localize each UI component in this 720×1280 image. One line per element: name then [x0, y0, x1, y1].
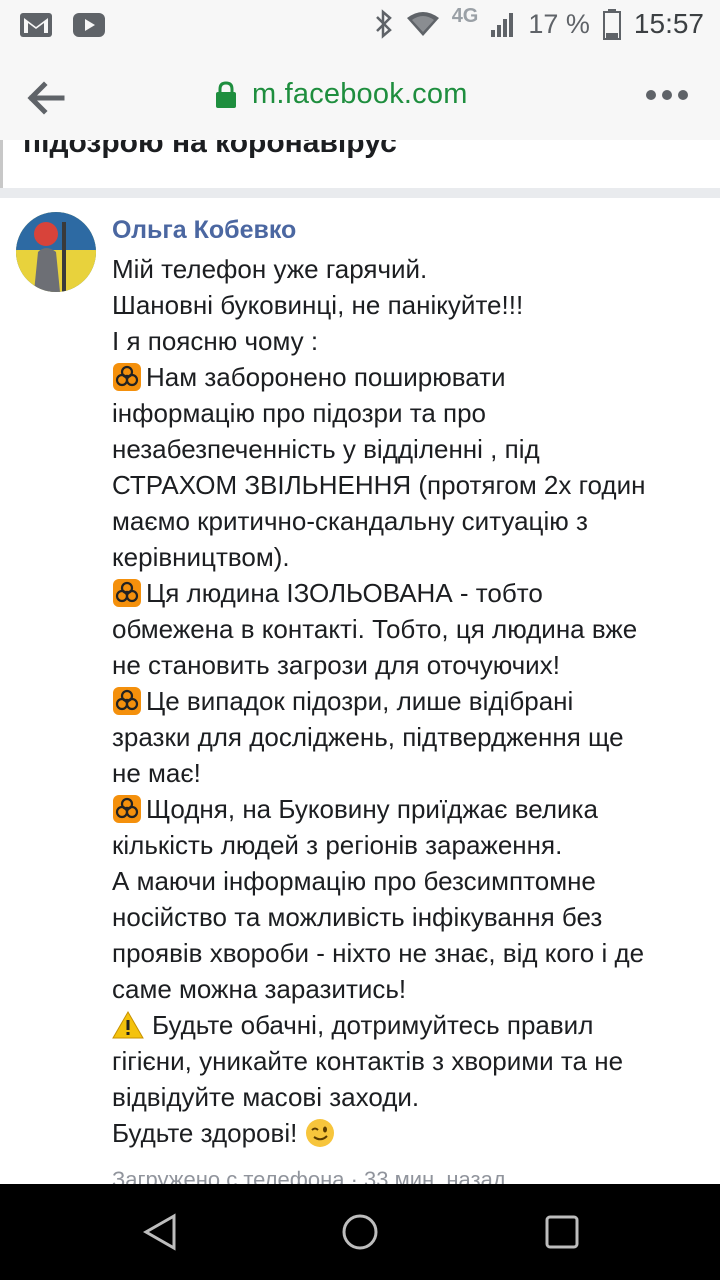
status-bar: 4G 17 % 15:57: [0, 0, 720, 52]
comment-line-text: керівництвом).: [112, 542, 290, 572]
comment-line: незабезпеченність у відділенні , під: [112, 431, 712, 467]
android-nav-bar: [0, 1184, 720, 1280]
comment-line-text: зразки для досліджень, підтвердження ще: [112, 722, 624, 752]
comment-line-text: носійство та можливість інфікування без: [112, 902, 603, 932]
comment-line-text: маємо критично-скандальну ситуацію з: [112, 506, 588, 536]
comment-line-text: кількість людей з регіонів зараження.: [112, 830, 563, 860]
post-divider: [0, 188, 720, 198]
comment-line: носійство та можливість інфікування без: [112, 899, 712, 935]
comment-line-text: Це випадок підозри, лише відібрані: [146, 686, 574, 716]
comment-line-text: гігієни, уникайте контактів з хворими та…: [112, 1046, 624, 1076]
comment-line-text: А маючи інформацію про безсимптомне: [112, 866, 596, 896]
comment-line: маємо критично-скандальну ситуацію з: [112, 503, 712, 539]
comment-line: Нам заборонено поширювати: [112, 359, 712, 395]
comment-author[interactable]: Ольга Кобевко: [112, 216, 296, 245]
comment-line-text: Будьте здорові!: [112, 1118, 298, 1148]
comment-line: І я поясню чому :: [112, 323, 712, 359]
previous-post-fragment: підозрою на коронавірус: [0, 140, 720, 188]
comment-line: Будьте обачні, дотримуйтесь правил: [112, 1007, 712, 1043]
comment-line: кількість людей з регіонів зараження.: [112, 827, 712, 863]
comment-line-text: Нам заборонено поширювати: [146, 362, 506, 392]
comment-line: Це випадок підозри, лише відібрані: [112, 683, 712, 719]
more-dots-icon[interactable]: [644, 86, 690, 104]
comment-line-text: відвідуйте масові заходи.: [112, 1082, 420, 1112]
comment-line: саме можна заразитись!: [112, 971, 712, 1007]
comment-body: Мій телефон уже гарячий. Шановні буковинц…: [112, 251, 712, 1151]
signal-icon: [491, 13, 514, 37]
comment-line: обмежена в контакті. Тобто, ця людина вж…: [112, 611, 712, 647]
comment-line: гігієни, уникайте контактів з хворими та…: [112, 1043, 712, 1079]
comment-line-text: Шановні буковинці, не панікуйте!!!: [112, 290, 524, 320]
comment-line: не становить загрози для оточуючих!: [112, 647, 712, 683]
comment-line-text: СТРАХОМ ЗВІЛЬНЕННЯ (протягом 2х годин: [112, 470, 646, 500]
comment-line-text: саме можна заразитись!: [112, 974, 407, 1004]
network-type: 4G: [451, 4, 479, 27]
lock-icon: [216, 80, 236, 108]
comment-line: інформацію про підозри та про: [112, 395, 712, 431]
comment-line: проявів хвороби - ніхто не знає, від ког…: [112, 935, 712, 971]
comment-line-text: Будьте обачні, дотримуйтесь правил: [152, 1010, 594, 1040]
biohazard-icon: [113, 579, 141, 607]
nav-back-icon[interactable]: [140, 1212, 180, 1252]
avatar[interactable]: [16, 212, 96, 292]
comment-meta: Загружено с телефона · 33 мин. назад: [112, 1170, 506, 1184]
biohazard-icon: [113, 363, 141, 391]
comment-line-text: І я поясню чому :: [112, 326, 319, 356]
comment-line: Мій телефон уже гарячий.: [112, 251, 712, 287]
battery-icon: [602, 9, 621, 40]
comment-line: А маючи інформацію про безсимптомне: [112, 863, 712, 899]
youtube-icon: [73, 13, 105, 37]
comment-line-text: проявів хвороби - ніхто не знає, від ког…: [112, 938, 645, 968]
comment-line-text: не має!: [112, 758, 201, 788]
comment-line-text: Мій телефон уже гарячий.: [112, 254, 428, 284]
battery-percent: 17 %: [528, 8, 590, 39]
previous-post-title: підозрою на коронавірус: [23, 140, 397, 159]
comment-line-text: незабезпеченність у відділенні , під: [112, 434, 540, 464]
comment-line: відвідуйте масові заходи.: [112, 1079, 712, 1115]
address-bar[interactable]: m.facebook.com: [214, 78, 468, 111]
comment-meta-text: Загружено с телефона · 33 мин. назад: [112, 1170, 506, 1184]
browser-toolbar: m.facebook.com: [0, 52, 720, 141]
comment-line: Щодня, на Буковину приїджає велика: [112, 791, 712, 827]
comment-line: не має!: [112, 755, 712, 791]
comment-line-text: не становить загрози для оточуючих!: [112, 650, 560, 680]
nav-recents-icon[interactable]: [542, 1212, 582, 1252]
comment-line-text: Ця людина ІЗОЛЬОВАНА - тобто: [146, 578, 543, 608]
comment-line-text: Щодня, на Буковину приїджає велика: [146, 794, 598, 824]
comment-line-text: обмежена в контакті. Тобто, ця людина вж…: [112, 614, 638, 644]
comment-line-text: інформацію про підозри та про: [112, 398, 487, 428]
comment-line: Ця людина ІЗОЛЬОВАНА - тобто: [112, 575, 712, 611]
biohazard-icon: [113, 687, 141, 715]
warning-icon: [112, 1010, 144, 1039]
comment-line: СТРАХОМ ЗВІЛЬНЕННЯ (протягом 2х годин: [112, 467, 712, 503]
bluetooth-icon: [375, 9, 392, 39]
biohazard-icon: [113, 795, 141, 823]
wifi-icon: [406, 12, 439, 36]
comment-line: Будьте здорові!: [112, 1115, 712, 1151]
wink-emoji-icon: [306, 1119, 335, 1147]
comment-line: керівництвом).: [112, 539, 712, 575]
gmail-icon: [20, 13, 52, 37]
clock: 15:57: [633, 8, 704, 39]
nav-home-icon[interactable]: [340, 1212, 380, 1252]
url-text: m.facebook.com: [252, 78, 468, 110]
back-arrow-icon[interactable]: [26, 80, 66, 116]
comment-line: Шановні буковинці, не панікуйте!!!: [112, 287, 712, 323]
comment-line: зразки для досліджень, підтвердження ще: [112, 719, 712, 755]
